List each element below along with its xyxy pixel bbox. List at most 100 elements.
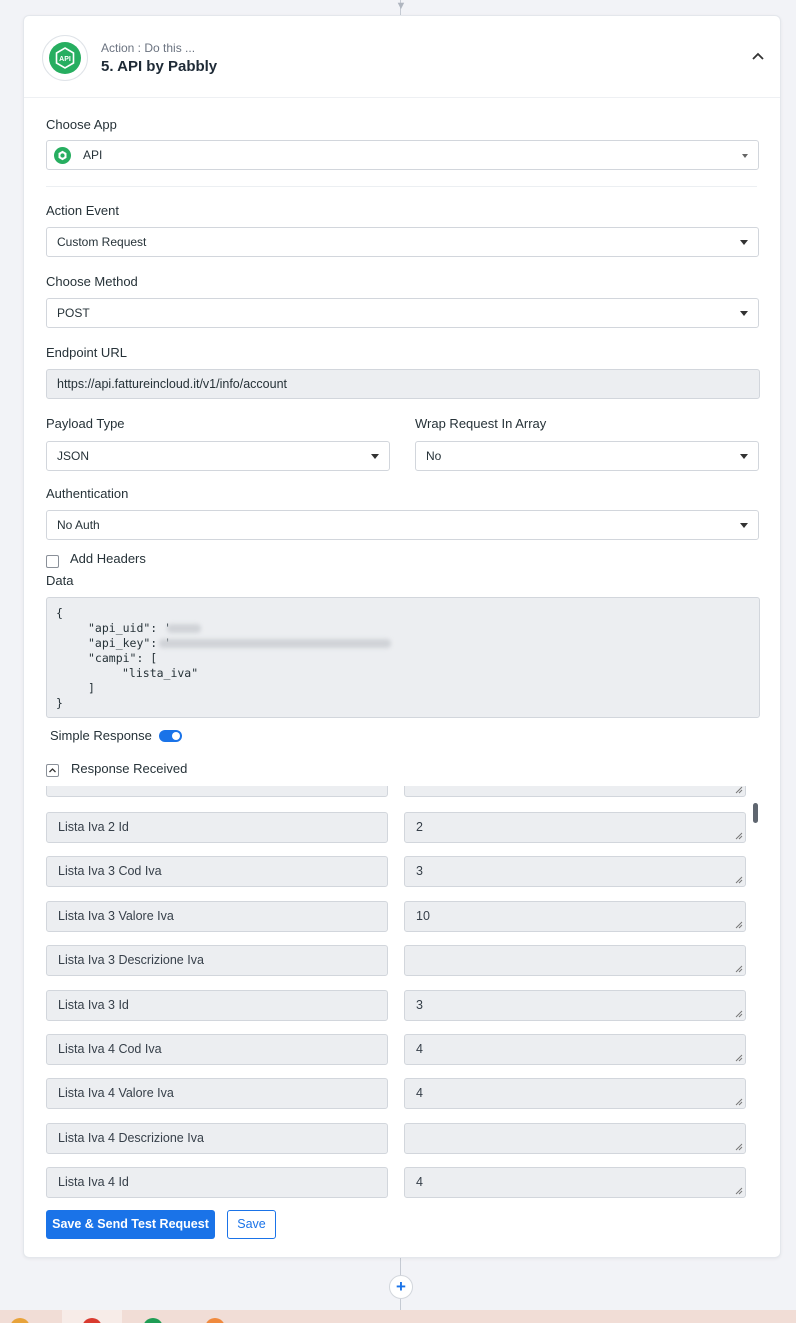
action-event-select[interactable]: Custom Request [46,227,759,257]
taskbar-app-icon[interactable] [143,1318,163,1323]
response-key: Lista Iva 4 Id [46,1167,388,1199]
response-value-text: 3 [416,997,423,1012]
table-row: Lista Iva 3 Cod Iva 3 [24,856,780,888]
resize-grip-icon[interactable] [734,1097,743,1106]
response-value-text: 4 [416,1042,423,1056]
divider [46,186,757,187]
response-value-text: 3 [416,864,423,879]
resize-grip-icon[interactable] [734,920,743,929]
choose-method-value: POST [57,306,90,320]
scrollbar-thumb[interactable] [753,803,758,823]
table-row: Lista Iva 4 Cod Iva 4 [24,1034,780,1065]
resize-grip-icon[interactable] [734,786,743,794]
choose-app-label: Choose App [46,117,117,132]
authentication-label: Authentication [46,486,129,501]
authentication-select[interactable]: No Auth [46,510,759,540]
response-list[interactable]: Lista Iva 2 Descrizione Iva Lista Iva 2 … [24,786,780,1201]
resize-grip-icon[interactable] [734,875,743,884]
save-send-test-button[interactable]: Save & Send Test Request [46,1210,215,1239]
data-textarea[interactable]: { "api_uid": ' "api_key": ' "campi": [ "… [46,597,760,718]
taskbar-app-icon[interactable] [205,1318,225,1323]
redacted-value [167,624,201,633]
choose-method-select[interactable]: POST [46,298,759,328]
response-value[interactable]: 2 [404,812,746,843]
api-app-icon [54,147,71,164]
code-line: "lista_iva" [122,666,199,680]
wrap-request-value: No [426,449,442,463]
response-key: Lista Iva 2 Descrizione Iva [46,786,388,797]
response-key: Lista Iva 4 Descrizione Iva [46,1122,388,1154]
table-row: Lista Iva 3 Valore Iva 10 [24,900,780,932]
simple-response-toggle[interactable] [159,730,182,742]
choose-app-value: API [83,148,103,162]
resize-grip-icon[interactable] [734,964,743,973]
code-line: ] [88,681,95,695]
scrollbar[interactable] [752,786,758,1201]
step-title: 5. API by Pabbly [101,58,218,75]
response-value[interactable] [404,1122,746,1154]
code-line: { [56,606,63,620]
resize-grip-icon[interactable] [734,1009,743,1018]
wrap-request-select[interactable]: No [415,441,759,471]
table-row: Lista Iva 4 Descrizione Iva [24,1122,780,1154]
save-button[interactable]: Save [227,1210,276,1239]
response-received-toggle[interactable] [46,764,59,777]
payload-type-value: JSON [57,449,90,463]
response-value[interactable]: 4 [404,1078,746,1110]
app-logo: API [42,35,88,81]
endpoint-url-input[interactable]: https://api.fattureincloud.it/v1/info/ac… [46,369,760,399]
caret-down-icon [740,240,748,245]
action-step-card: API Action : Do this ... 5. API by Pabbl… [23,15,781,1258]
resize-grip-icon[interactable] [734,1142,743,1151]
response-key: Lista Iva 3 Cod Iva [46,856,388,888]
choose-app-select[interactable]: API [46,140,759,170]
code-line: } [56,696,63,710]
table-row: Lista Iva 3 Descrizione Iva [24,945,780,977]
step-subtitle: Action : Do this ... [101,41,196,55]
response-value-text: 4 [416,1175,423,1190]
add-headers-checkbox[interactable] [46,555,59,568]
resize-grip-icon[interactable] [734,1053,743,1062]
caret-down-icon [740,454,748,459]
redacted-value [159,639,391,648]
caret-down-icon [742,154,748,158]
table-row: Lista Iva 3 Id 3 [24,989,780,1021]
response-key: Lista Iva 4 Cod Iva [46,1034,388,1065]
data-label: Data [46,573,74,588]
response-value[interactable]: 3 [404,989,746,1021]
simple-response-label: Simple Response [50,728,152,743]
action-event-label: Action Event [46,203,119,218]
authentication-value: No Auth [57,518,100,532]
taskbar [0,1310,796,1323]
payload-type-label: Payload Type [46,416,125,431]
response-key: Lista Iva 3 Descrizione Iva [46,945,388,977]
chevron-up-icon[interactable] [750,48,766,64]
resize-grip-icon[interactable] [734,1186,743,1195]
add-step-button[interactable]: + [389,1275,413,1299]
response-received-label: Response Received [71,761,188,776]
response-value[interactable]: 4 [404,1167,746,1199]
card-header[interactable]: API Action : Do this ... 5. API by Pabbl… [24,16,780,98]
caret-down-icon [371,454,379,459]
response-value[interactable] [404,945,746,977]
table-row: Lista Iva 2 Id 2 [24,812,780,843]
arrow-down-icon: ▼ [395,0,407,12]
response-value[interactable]: 3 [404,856,746,888]
toggle-knob [172,732,180,740]
add-headers-label: Add Headers [70,551,146,566]
response-value[interactable]: 10 [404,900,746,932]
endpoint-url-label: Endpoint URL [46,345,127,360]
response-value[interactable] [404,786,746,797]
response-key: Lista Iva 4 Valore Iva [46,1078,388,1110]
code-line: "campi": [ [88,651,158,665]
resize-grip-icon[interactable] [734,831,743,840]
response-value-text: 10 [416,908,430,923]
response-value-text: 2 [416,820,423,834]
response-value[interactable]: 4 [404,1034,746,1065]
taskbar-app-icon[interactable] [10,1318,30,1323]
response-key: Lista Iva 2 Id [46,812,388,843]
chevron-up-icon [49,768,56,773]
code-line: "api_uid": ' [88,621,172,635]
caret-down-icon [740,311,748,316]
payload-type-select[interactable]: JSON [46,441,390,471]
